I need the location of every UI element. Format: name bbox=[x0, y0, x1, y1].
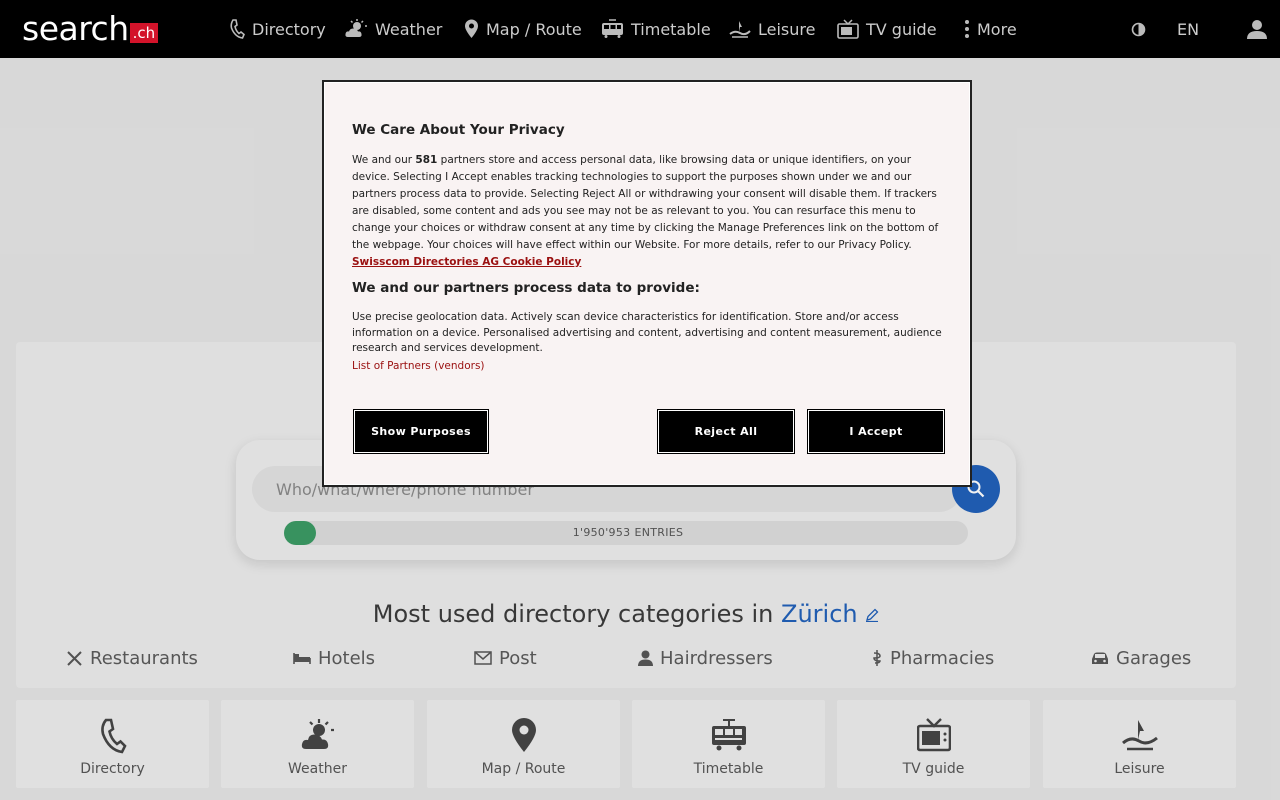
cookie-policy-link[interactable]: Swisscom Directories AG Cookie Policy bbox=[352, 256, 581, 268]
nav-item-more[interactable]: More bbox=[964, 0, 1017, 58]
nav-item-label: More bbox=[977, 19, 1017, 39]
nav-item-label: Directory bbox=[252, 19, 326, 39]
language-label: EN bbox=[1177, 19, 1200, 39]
user-icon bbox=[1247, 20, 1267, 39]
nav-item-map-route[interactable]: Map / Route bbox=[464, 0, 582, 58]
purposes-list: Use precise geolocation data. Actively s… bbox=[352, 311, 942, 354]
nav-item-label: TV guide bbox=[866, 19, 937, 39]
search-ch-logo[interactable]: search .ch bbox=[22, 9, 159, 48]
language-switcher[interactable]: EN bbox=[1177, 0, 1199, 58]
nav-item-label: Timetable bbox=[631, 19, 711, 39]
nav-item-timetable[interactable]: Timetable bbox=[601, 0, 711, 58]
tv-icon bbox=[837, 19, 859, 39]
weather-icon bbox=[345, 19, 367, 37]
accept-button[interactable]: I Accept bbox=[807, 409, 945, 454]
user-account-button[interactable] bbox=[1247, 0, 1267, 58]
more-icon bbox=[965, 20, 969, 38]
nav-item-leisure[interactable]: Leisure bbox=[729, 0, 815, 58]
nav-item-label: Weather bbox=[375, 19, 443, 39]
list-of-partners-link[interactable]: List of Partners (vendors) bbox=[352, 360, 485, 372]
privacy-consent-dialog: We Care About Your Privacy We and our 58… bbox=[322, 80, 972, 487]
dialog-subtitle: We and our partners process data to prov… bbox=[352, 280, 700, 296]
logo-badge: .ch bbox=[129, 23, 159, 43]
contrast-toggle[interactable] bbox=[1131, 0, 1146, 58]
dialog-description: We and our 581 partners store and access… bbox=[352, 152, 944, 271]
phone-icon bbox=[230, 19, 245, 39]
top-navigation-bar: search .ch Directory Weather Map / Route… bbox=[0, 0, 1280, 58]
dialog-title: We Care About Your Privacy bbox=[352, 122, 565, 138]
show-purposes-button[interactable]: Show Purposes bbox=[353, 409, 489, 454]
reject-all-button[interactable]: Reject All bbox=[657, 409, 795, 454]
leisure-icon bbox=[729, 21, 751, 38]
train-icon bbox=[602, 19, 623, 38]
contrast-icon bbox=[1131, 22, 1146, 36]
nav-item-tv-guide[interactable]: TV guide bbox=[837, 0, 937, 58]
logo-text: search bbox=[22, 9, 129, 48]
nav-item-directory[interactable]: Directory bbox=[229, 0, 326, 58]
description-intro: We and our bbox=[352, 154, 413, 166]
description-text: partners store and access personal data,… bbox=[352, 154, 939, 251]
partner-count: 581 bbox=[415, 154, 438, 166]
nav-item-label: Leisure bbox=[758, 19, 816, 39]
nav-item-weather[interactable]: Weather bbox=[345, 0, 442, 58]
map-pin-icon bbox=[465, 19, 478, 38]
nav-item-label: Map / Route bbox=[486, 19, 582, 39]
